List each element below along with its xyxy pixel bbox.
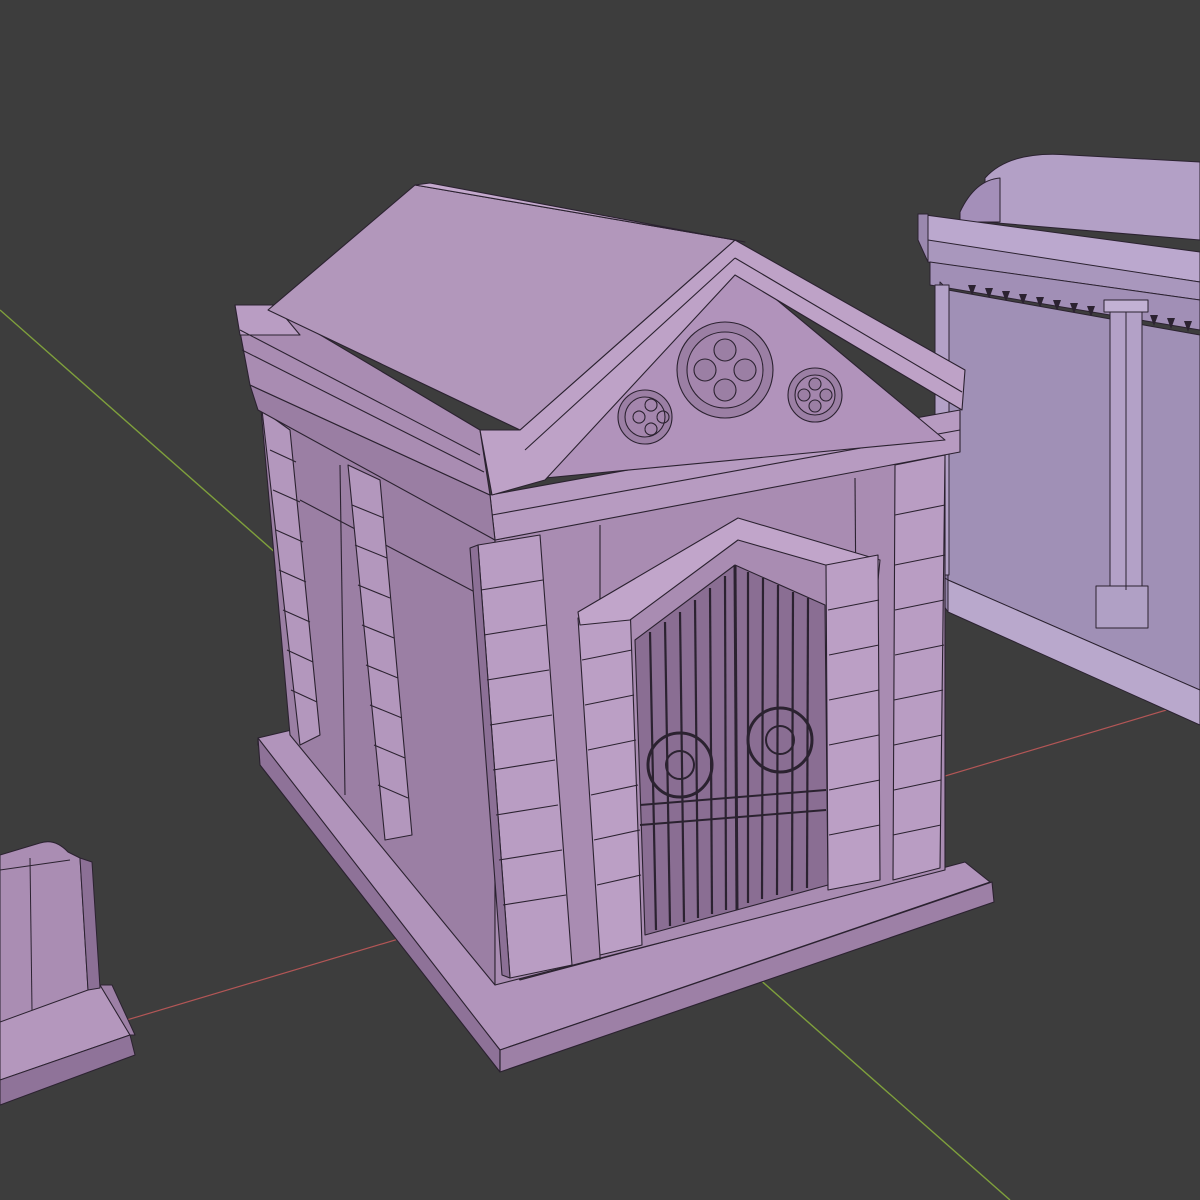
rosette-center <box>676 321 774 419</box>
pilaster-front-right <box>892 454 946 881</box>
vaulted-wall <box>947 289 1200 691</box>
column-right-base <box>1095 585 1149 629</box>
gate[interactable] <box>634 564 829 936</box>
cornice-left-return <box>917 213 929 263</box>
rosette-left <box>617 389 673 445</box>
3d-viewport[interactable] <box>0 0 1200 1200</box>
column-right-cap <box>1103 299 1149 313</box>
headstone[interactable] <box>0 841 136 1106</box>
vault-front <box>959 177 1001 223</box>
rosette-right <box>787 367 843 423</box>
viewport-canvas[interactable] <box>0 0 1200 1200</box>
headstone-slab <box>0 841 89 1023</box>
mausoleum-gabled[interactable] <box>234 182 995 1073</box>
